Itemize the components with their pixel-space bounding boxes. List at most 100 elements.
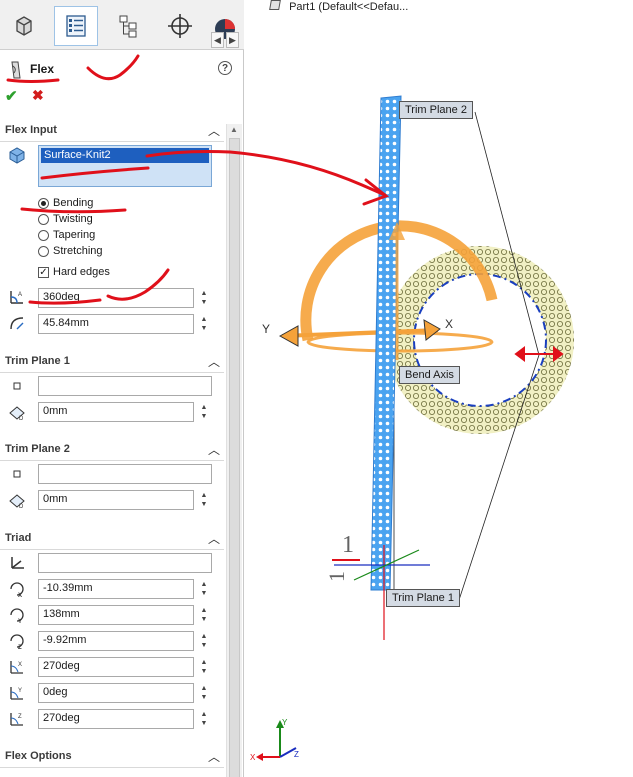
rotate-y-icon: Y [10,687,23,700]
flex-feature-icon [11,61,21,79]
z-coordinate-icon: Z [10,634,24,650]
radius-stepper[interactable]: ▲ ▼ [198,314,210,334]
radio-dot[interactable] [38,197,49,209]
triad-rotate-y-stepper[interactable]: ▲ ▼ [198,683,210,703]
svg-text:A: A [18,292,22,298]
triad-rotate-x-field[interactable]: 270deg [38,657,194,677]
tab-feature-manager[interactable] [2,6,46,46]
property-manager-icon [66,15,86,37]
group-flex-options[interactable]: Flex Options ︿ [0,746,224,768]
trim-plane-1-stepper[interactable]: ▲ ▼ [198,402,210,422]
feature-tree-root[interactable]: Part1 (Default<<Defau... [269,0,408,13]
group-flex-input[interactable]: Flex Input ︿ [0,120,224,142]
hard-edges-checkbox[interactable]: ✓ Hard edges [38,266,110,278]
radio-twisting[interactable]: Twisting [38,213,93,225]
angle-stepper[interactable]: ▲ ▼ [198,288,210,308]
radio-label: Tapering [53,229,96,241]
bodies-selection-list[interactable]: Surface-Knit2 [38,145,212,187]
triad-rotate-x-stepper[interactable]: ▲ ▼ [198,657,210,677]
chevron-up-icon[interactable]: ︿ [208,530,220,547]
rotate-x-icon: X [10,661,23,674]
graphics-viewport[interactable]: 1 1 Y X Y X Z Part1 (Default<<Defau... T… [244,0,633,777]
svg-text:Z: Z [294,750,299,759]
selected-body-item[interactable]: Surface-Knit2 [41,148,209,163]
svg-text:Y: Y [282,718,288,727]
svg-text:Y: Y [18,688,22,694]
triad-z-stepper[interactable]: ▲ ▼ [198,631,210,651]
triad-rotate-y-field[interactable]: 0deg [38,683,194,703]
radio-dot[interactable] [38,213,49,225]
svg-text:D: D [19,504,24,509]
svg-text:X: X [18,662,22,668]
vertex-icon [13,382,21,390]
bodies-icon [9,147,25,164]
tab-configuration-manager[interactable] [106,6,150,46]
offset-distance-icon: D [9,494,25,509]
svg-text:D: D [19,416,24,421]
radio-bending[interactable]: Bending [38,197,93,209]
checkbox-label: Hard edges [53,266,110,278]
cancel-button[interactable]: ✖ [32,87,44,104]
ok-button[interactable]: ✔ [5,87,18,105]
chevron-up-icon[interactable]: ︿ [208,441,220,458]
tab-property-manager[interactable] [54,6,98,46]
part-icon [269,0,281,10]
radio-label: Bending [53,197,94,209]
help-icon[interactable]: ? [218,61,232,75]
trim-plane-2-reference-field[interactable] [38,464,212,484]
triad-y-field[interactable]: 138mm [38,605,194,625]
tree-root-label[interactable]: Part1 (Default<<Defau... [289,1,408,13]
trim-plane-2-distance-field[interactable]: 0mm [38,490,194,510]
rotate-z-icon: Z [10,713,23,726]
triad-y-stepper[interactable]: ▲ ▼ [198,605,210,625]
axis-label-y: Y [262,322,270,336]
property-manager-panel: ◀ ▶ Flex ? ✔ ✖ ▲ Flex Input ︿ Surface-Kn… [0,0,244,777]
svg-text:X: X [18,593,22,598]
trim-plane-1-distance-field[interactable]: 0mm [38,402,194,422]
tab-scroll-left[interactable]: ◀ [211,32,224,48]
trim-plane-2-callout[interactable]: Trim Plane 2 [399,101,473,119]
group-trim-plane-2[interactable]: Trim Plane 2 ︿ [0,439,224,461]
group-title: Flex Options [5,750,72,762]
radio-dot[interactable] [38,229,49,241]
trim-plane-1-reference-field[interactable] [38,376,212,396]
svg-text:X: X [250,753,256,762]
triad-reference-field[interactable] [38,553,212,573]
chevron-up-icon[interactable]: ︿ [208,748,220,765]
group-title: Triad [5,532,32,544]
tab-scroll-right[interactable]: ▶ [226,32,239,48]
radio-dot[interactable] [38,245,49,257]
chevron-up-icon[interactable]: ︿ [208,353,220,370]
radius-field[interactable]: 45.84mm [38,314,194,334]
bend-angle-icon: A [10,291,23,304]
y-coordinate-icon: Y [10,608,24,624]
scrollbar-thumb[interactable] [229,138,240,777]
manager-tab-bar: ◀ ▶ [0,0,244,50]
checkbox-box[interactable]: ✓ [38,266,49,278]
svg-text:1: 1 [324,571,349,582]
x-coordinate-icon: X [10,582,24,598]
radio-tapering[interactable]: Tapering [38,229,95,241]
panel-scrollbar[interactable]: ▲ [226,124,242,777]
triad-z-field[interactable]: -9.92mm [38,631,194,651]
torus-body[interactable] [386,246,574,434]
tab-dimxpert-manager[interactable] [158,6,202,46]
triad-rotate-z-field[interactable]: 270deg [38,709,194,729]
chevron-up-icon[interactable]: ︿ [208,122,220,139]
svg-text:Z: Z [18,714,22,720]
view-orientation-triad: Y X Z [250,718,299,762]
angle-field[interactable]: 360deg [38,288,194,308]
scroll-up-icon[interactable]: ▲ [230,125,238,134]
radio-stretching[interactable]: Stretching [38,245,103,257]
triad-x-stepper[interactable]: ▲ ▼ [198,579,210,599]
axis-label-x: X [445,317,453,331]
triad-x-field[interactable]: -10.39mm [38,579,194,599]
group-trim-plane-1[interactable]: Trim Plane 1 ︿ [0,351,224,373]
group-triad[interactable]: Triad ︿ [0,528,224,550]
trim-plane-2-stepper[interactable]: ▲ ▼ [198,490,210,510]
triad-icon [11,557,24,569]
bend-axis-callout[interactable]: Bend Axis [399,366,460,384]
configuration-icon [119,15,137,38]
triad-rotate-z-stepper[interactable]: ▲ ▼ [198,709,210,729]
trim-plane-1-callout[interactable]: Trim Plane 1 [386,589,460,607]
